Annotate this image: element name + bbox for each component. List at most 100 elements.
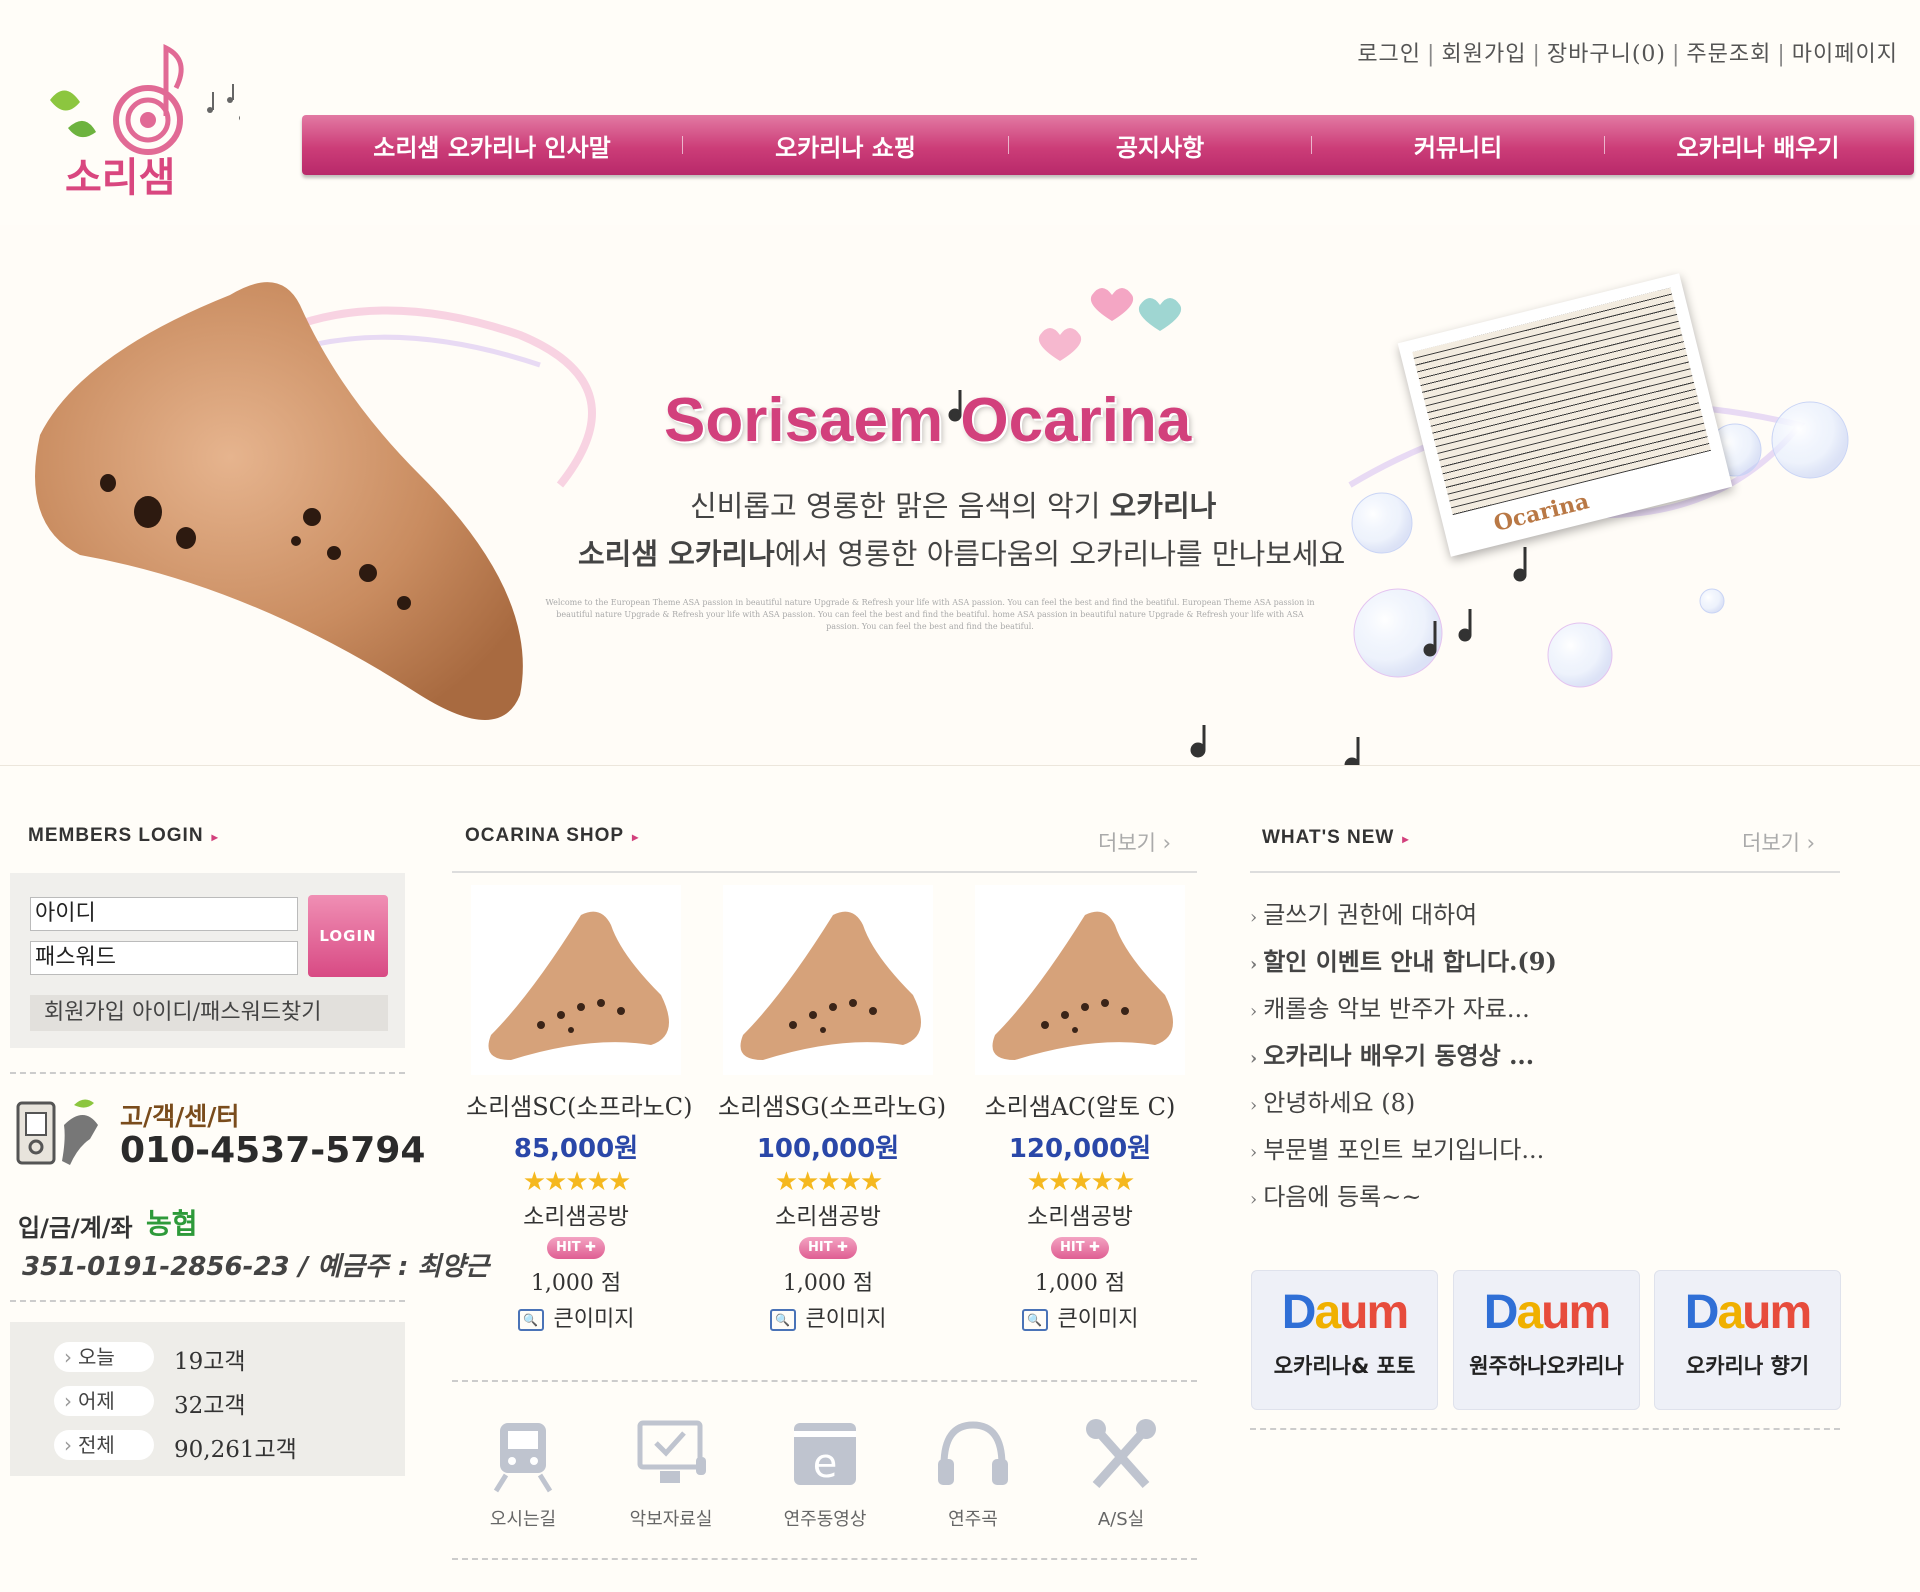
daum-cafe-name: 오카리나& 포토 (1273, 1354, 1416, 1378)
product-image[interactable] (723, 885, 933, 1075)
bank-label: 입/금/계/좌 (18, 1214, 133, 1242)
news-item[interactable]: 오카리나 배우기 동영상 ... (1250, 1036, 1534, 1071)
zoom-link[interactable]: 🔍 큰이미지 (466, 1301, 686, 1333)
login-header: MEMBERS LOGIN ▸ (28, 825, 219, 846)
product-maker: 소리샘공방 (1027, 1204, 1133, 1230)
top-links: 로그인 | 회원가입 | 장바구니(0) | 주문조회 | 마이페이지 (1357, 42, 1898, 67)
news-item[interactable]: 글쓰기 권한에 대하여 (1250, 895, 1477, 930)
product-image[interactable] (471, 885, 681, 1075)
site-logo[interactable]: 소리샘 (30, 40, 245, 201)
rating-stars: ★★★★★ (522, 1167, 632, 1197)
product-card[interactable]: 소리샘AC(알토 C) 120,000원 ★★★★★ 소리샘공방 HIT ✚ 1… (970, 885, 1190, 1333)
cart-link[interactable]: 장바구니(0) (1547, 42, 1666, 67)
daum-logo: Daum (1483, 1286, 1611, 1339)
product-card[interactable]: 소리샘SG(소프라노G) 100,000원 ★★★★★ 소리샘공방 HIT ✚ … (718, 885, 946, 1333)
hero-banner: Ocarina Sorisaem Ocarina 신비롭고 영롱한 맑은 음색의… (0, 225, 1920, 765)
product-card[interactable]: 소리샘SC(소프라노C) 85,000원 ★★★★★ 소리샘공방 HIT ✚ 1… (466, 885, 692, 1333)
order-lookup-link[interactable]: 주문조회 (1686, 42, 1771, 67)
banner-subtitle-1: 신비롭고 영롱한 맑은 음색의 악기 오카리나 (690, 489, 1217, 523)
rating-stars: ★★★★★ (774, 1167, 884, 1197)
product-maker: 소리샘공방 (775, 1204, 881, 1230)
product-price: 100,000원 (756, 1134, 900, 1164)
product-price: 120,000원 (1008, 1134, 1152, 1164)
shop-more-link[interactable]: 더보기 › (1098, 827, 1171, 857)
nav-greeting[interactable]: 소리샘 오카리나 인사말 (302, 128, 682, 163)
main-nav: 소리샘 오카리나 인사말 오카리나 쇼핑 공지사항 커뮤니티 오카리나 배우기 (302, 115, 1914, 175)
divider (10, 1072, 405, 1074)
login-button[interactable]: LOGIN (308, 895, 388, 977)
customer-center-phone: 010-4537-5794 (120, 1130, 426, 1171)
daum-cafe-name: 오카리나 향기 (1685, 1354, 1810, 1378)
divider (1250, 1428, 1840, 1430)
daum-cafe-banner[interactable]: Daum 오카리나 향기 (1654, 1270, 1841, 1410)
headphones-icon (938, 1421, 1008, 1485)
join-link[interactable]: 회원가입 (1441, 42, 1526, 67)
customer-center-title: 고/객/센/터 (120, 1102, 240, 1131)
stat-total-value: 90,261고객 (174, 1437, 297, 1463)
password-input[interactable]: 패스워드 (30, 941, 298, 975)
banner-small-text: Welcome to the European Theme ASA passio… (545, 598, 1315, 631)
id-input[interactable]: 아이디 (30, 897, 298, 931)
bank-name: 농협 (146, 1207, 198, 1240)
shop-underline (452, 871, 1197, 873)
banner-title: Sorisaem Ocarina (664, 386, 1192, 455)
join-find-account-link[interactable]: 회원가입 아이디/패스워드찾기 (30, 995, 388, 1031)
mypage-link[interactable]: 마이페이지 (1792, 42, 1898, 67)
banner-divider (0, 765, 1920, 766)
nav-learn[interactable]: 오카리나 배우기 (1605, 128, 1911, 163)
daum-cafe-banner[interactable]: Daum 오카리나& 포토 (1251, 1270, 1438, 1410)
directions-link[interactable]: 오시는길 (468, 1415, 578, 1531)
nav-community[interactable]: 커뮤니티 (1312, 128, 1604, 163)
product-maker: 소리샘공방 (523, 1204, 629, 1230)
product-name[interactable]: 소리샘AC(알토 C) (970, 1087, 1190, 1122)
news-item[interactable]: 할인 이벤트 안내 합니다.(9) (1250, 942, 1557, 977)
bank-account: 351-0191-2856-23 / 예금주 : 최양근 (22, 1252, 490, 1282)
product-price: 85,000원 (513, 1134, 639, 1164)
divider (10, 1300, 405, 1302)
product-point: 1,000 점 (1034, 1271, 1126, 1296)
phone-icon (16, 1099, 98, 1165)
product-image[interactable] (975, 885, 1185, 1075)
stat-yesterday-label: 어제 (54, 1386, 154, 1416)
nav-notice[interactable]: 공지사항 (1009, 128, 1311, 163)
hit-badge: HIT ✚ (799, 1237, 857, 1259)
shop-header: OCARINA SHOP ▸ (465, 825, 640, 846)
product-point: 1,000 점 (782, 1271, 874, 1296)
performance-songs-link[interactable]: 연주곡 (918, 1415, 1028, 1531)
zoom-link[interactable]: 🔍 큰이미지 (718, 1301, 938, 1333)
daum-cafe-name: 원주하나오카리나 (1469, 1354, 1624, 1378)
sheet-music-link[interactable]: 악보자료실 (616, 1415, 726, 1531)
performance-video-link[interactable]: e 연주동영상 (770, 1415, 880, 1531)
train-icon (493, 1423, 553, 1493)
magnifier-icon: 🔍 (769, 1309, 796, 1331)
news-more-link[interactable]: 더보기 › (1742, 827, 1815, 857)
as-center-link[interactable]: A/S실 (1066, 1415, 1176, 1531)
ocarina-image (35, 282, 523, 720)
daum-logo: Daum (1684, 1286, 1812, 1339)
visitor-stats: 오늘 19고객 어제 32고객 전체 90,261고객 (10, 1322, 405, 1476)
news-item[interactable]: 다음에 등록~~ (1250, 1177, 1421, 1212)
stat-today-label: 오늘 (54, 1342, 154, 1372)
monitor-check-icon (637, 1420, 706, 1483)
product-name[interactable]: 소리샘SG(소프라노G) (718, 1087, 946, 1122)
divider (452, 1558, 1197, 1560)
news-header: WHAT'S NEW ▸ (1262, 827, 1410, 848)
rating-stars: ★★★★★ (1026, 1167, 1136, 1197)
hit-badge: HIT ✚ (547, 1237, 605, 1259)
svg-text:e: e (813, 1441, 838, 1487)
product-name[interactable]: 소리샘SC(소프라노C) (466, 1087, 692, 1122)
hit-badge: HIT ✚ (1051, 1237, 1109, 1259)
login-link[interactable]: 로그인 (1357, 42, 1421, 67)
zoom-link[interactable]: 🔍 큰이미지 (970, 1301, 1190, 1333)
news-item[interactable]: 부문별 포인트 보기입니다... (1250, 1130, 1544, 1165)
divider (452, 1380, 1197, 1382)
product-point: 1,000 점 (530, 1271, 622, 1296)
daum-cafe-banner[interactable]: Daum 원주하나오카리나 (1453, 1270, 1640, 1410)
nav-shopping[interactable]: 오카리나 쇼핑 (683, 128, 1008, 163)
video-e-icon: e (794, 1423, 856, 1487)
news-item[interactable]: 안녕하세요 (8) (1250, 1083, 1415, 1118)
news-item[interactable]: 캐롤송 악보 반주가 자료... (1250, 989, 1530, 1024)
daum-logo: Daum (1281, 1286, 1409, 1339)
news-underline (1250, 871, 1840, 873)
banner-subtitle-2: 소리샘 오카리나에서 영롱한 아름다움의 오카리나를 만나보세요 (578, 537, 1346, 571)
